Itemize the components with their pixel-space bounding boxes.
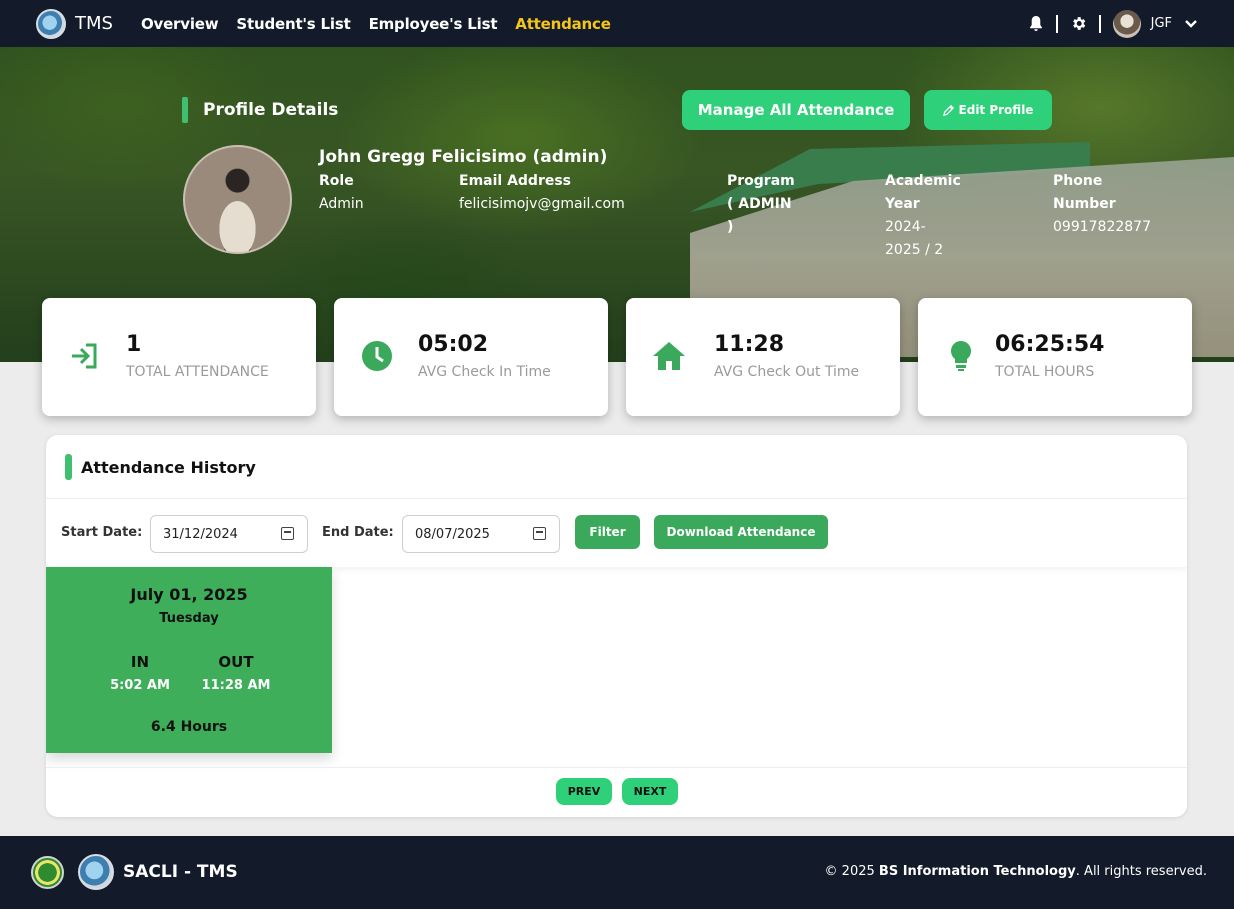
academic-year-value: 2024- — [885, 219, 926, 235]
filter-bar: Start Date: 31/12/2024 End Date: 08/07/2… — [46, 498, 1187, 567]
role-value: Admin — [319, 196, 364, 212]
gear-icon[interactable] — [1070, 15, 1087, 32]
phone-label: Phone — [1053, 173, 1103, 189]
out-label: OUT — [218, 653, 254, 671]
record-hours: 6.4 Hours — [150, 719, 228, 735]
nav-link-attendance[interactable]: Attendance — [515, 15, 611, 33]
email-value: felicisimojv@gmail.com — [459, 196, 625, 212]
attendance-history-title: Attendance History — [65, 454, 256, 480]
stat-value: 06:25:54 — [995, 332, 1105, 357]
start-date-input[interactable]: 31/12/2024 — [150, 515, 308, 553]
record-weekday: Tuesday — [159, 611, 219, 626]
manage-attendance-button[interactable]: Manage All Attendance — [682, 90, 910, 130]
divider — [1055, 14, 1058, 33]
stat-label: TOTAL HOURS — [995, 364, 1095, 380]
brand-name[interactable]: TMS — [75, 13, 113, 34]
user-initials[interactable]: JGF — [1151, 16, 1172, 31]
end-date-value: 08/07/2025 — [415, 526, 490, 542]
stat-label: AVG Check Out Time — [714, 364, 860, 380]
edit-profile-button[interactable]: Edit Profile — [924, 90, 1052, 130]
login-arrow-icon — [72, 343, 97, 369]
email-label: Email Address — [459, 173, 572, 189]
calendar-icon[interactable] — [533, 527, 546, 540]
profile-section-title: Profile Details — [182, 97, 338, 123]
stat-value: 1 — [126, 332, 142, 357]
school-seal-icon — [31, 856, 64, 889]
tms-logo-icon[interactable] — [36, 8, 66, 39]
end-date-input[interactable]: 08/07/2025 — [402, 515, 560, 553]
clock-icon — [362, 341, 392, 371]
attendance-history-panel: Attendance History Start Date: 31/12/202… — [46, 435, 1187, 817]
in-label: IN — [130, 653, 150, 671]
out-time: 11:28 AM — [201, 678, 271, 693]
user-avatar[interactable] — [1112, 9, 1141, 38]
attendance-day-card[interactable]: July 01, 2025 Tuesday IN OUT 5:02 AM 11:… — [46, 567, 332, 753]
pagination: PREV NEXT — [46, 767, 1187, 817]
tms-logo-icon — [78, 854, 114, 890]
top-navbar: TMS Overview Student's List Employee's L… — [0, 0, 1234, 47]
nav-link-overview[interactable]: Overview — [141, 15, 219, 33]
lightbulb-icon — [951, 341, 971, 371]
footer: SACLI - TMS © 2025 BS Information Techno… — [0, 836, 1234, 909]
footer-copyright: © 2025 BS Information Technology. All ri… — [824, 864, 1207, 879]
stat-value: 05:02 — [418, 332, 489, 357]
stat-card-total-hours: 06:25:54 TOTAL HOURS — [918, 298, 1192, 416]
bell-icon[interactable] — [1028, 15, 1044, 32]
role-label: Role — [319, 173, 354, 189]
end-date-label: End Date: — [322, 525, 394, 540]
home-icon — [653, 342, 685, 370]
profile-name: John Gregg Felicisimo (admin) — [319, 147, 608, 167]
nav-link-students[interactable]: Student's List — [236, 15, 350, 33]
academic-year-label-2: Year — [885, 196, 920, 212]
stat-label: AVG Check In Time — [418, 364, 551, 380]
download-attendance-button[interactable]: Download Attendance — [654, 515, 828, 549]
edit-icon — [942, 104, 954, 116]
phone-label-2: Number — [1053, 196, 1116, 212]
next-button[interactable]: NEXT — [622, 778, 678, 805]
chevron-down-icon[interactable] — [1184, 19, 1198, 29]
program-value-close: ) — [727, 219, 734, 235]
nav-link-employees[interactable]: Employee's List — [369, 15, 498, 33]
academic-year-label: Academic — [885, 173, 961, 189]
calendar-icon[interactable] — [281, 527, 294, 540]
divider — [1098, 14, 1101, 33]
in-time: 5:02 AM — [110, 678, 170, 693]
program-label: Program — [727, 173, 795, 189]
start-date-value: 31/12/2024 — [163, 526, 238, 542]
phone-value: 09917822877 — [1053, 219, 1151, 235]
program-value: ( ADMIN — [727, 196, 792, 212]
start-date-label: Start Date: — [61, 525, 143, 540]
filter-button[interactable]: Filter — [575, 515, 640, 549]
stat-value: 11:28 — [714, 332, 785, 357]
stat-card-avg-check-in: 05:02 AVG Check In Time — [334, 298, 608, 416]
profile-avatar — [183, 145, 292, 254]
academic-year-value-2: 2025 / 2 — [885, 242, 944, 258]
stat-card-total-attendance: 1 TOTAL ATTENDANCE — [42, 298, 316, 416]
footer-brand: SACLI - TMS — [123, 862, 238, 882]
stat-label: TOTAL ATTENDANCE — [126, 364, 269, 380]
stat-card-avg-check-out: 11:28 AVG Check Out Time — [626, 298, 900, 416]
record-date: July 01, 2025 — [130, 585, 248, 604]
prev-button[interactable]: PREV — [556, 778, 612, 805]
